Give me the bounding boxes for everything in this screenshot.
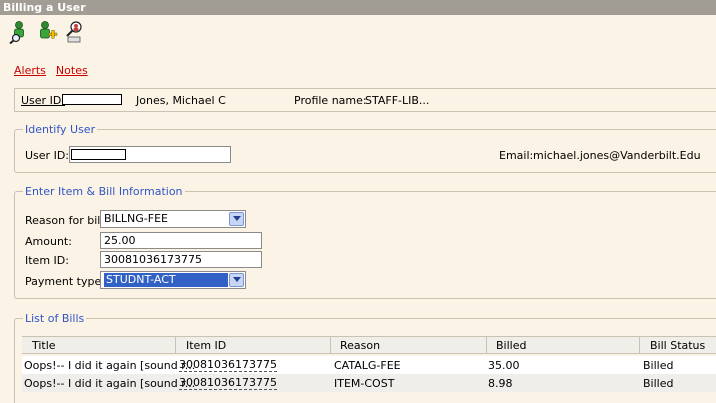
amount-label: Amount: <box>25 235 72 248</box>
identify-user-id-label: User ID: <box>25 149 69 162</box>
reason-label: Reason for bill: <box>25 214 108 227</box>
window-title: Billing a User <box>0 0 716 15</box>
links-bar: Alerts Notes <box>14 64 88 77</box>
bills-title: List of Bills <box>23 312 87 325</box>
cell-item-id[interactable]: 30081036173775 <box>179 377 277 390</box>
column-separator[interactable] <box>330 337 331 354</box>
column-separator[interactable] <box>486 337 487 354</box>
alerts-link[interactable]: Alerts <box>14 64 46 77</box>
reason-select[interactable]: BILLNG-FEE <box>100 210 246 228</box>
item-id-input[interactable] <box>100 251 262 268</box>
bill-info-title: Enter Item & Bill Information <box>23 185 185 198</box>
payment-label: Payment type: <box>25 275 105 288</box>
chevron-down-icon[interactable] <box>229 212 244 226</box>
profile-value: STAFF-LIB... <box>365 94 430 107</box>
user-info-bar: User ID: Jones, Michael C Profile name: … <box>14 88 716 112</box>
column-header-billed[interactable]: Billed <box>496 339 526 352</box>
column-separator[interactable] <box>639 337 640 354</box>
redacted-user-id-input <box>71 149 126 160</box>
userbar-user-id-label: User ID: <box>21 94 65 107</box>
chevron-down-icon[interactable] <box>229 273 244 287</box>
bill-info-group: Enter Item & Bill Information Reason for… <box>14 185 716 299</box>
table-row[interactable]: Oops!-- I did it again [sound r... 30081… <box>22 374 716 392</box>
table-row[interactable]: Oops!-- I did it again [sound r... 30081… <box>22 356 716 374</box>
cell-reason: CATALG-FEE <box>334 359 401 372</box>
cell-item-id[interactable]: 30081036173775 <box>179 359 277 372</box>
user-name: Jones, Michael C <box>136 94 226 107</box>
item-id-label: Item ID: <box>25 254 69 267</box>
cell-title: Oops!-- I did it again [sound r... <box>24 359 196 372</box>
column-header-item-id[interactable]: Item ID <box>186 339 226 352</box>
reason-value: BILLNG-FEE <box>104 212 168 225</box>
payment-type-select[interactable]: STUDNT-ACT <box>100 271 246 289</box>
email-label: Email: <box>499 149 534 162</box>
find-user-icon[interactable] <box>8 20 30 45</box>
cell-title: Oops!-- I did it again [sound r... <box>24 377 196 390</box>
redacted-user-id <box>62 94 122 105</box>
cell-billed: 8.98 <box>488 377 513 390</box>
toolbar <box>8 20 86 46</box>
cell-bill-status: Billed <box>643 377 674 390</box>
email-value: michael.jones@Vanderbilt.Edu <box>533 149 701 162</box>
column-separator[interactable] <box>175 337 176 354</box>
cell-billed: 35.00 <box>488 359 520 372</box>
identify-user-title: Identify User <box>23 123 98 136</box>
add-user-icon[interactable] <box>36 20 58 44</box>
cell-bill-status: Billed <box>643 359 674 372</box>
column-header-bill-status[interactable]: Bill Status <box>650 339 705 352</box>
column-header-reason[interactable]: Reason <box>340 339 380 352</box>
bills-table-header: Title Item ID Reason Billed Bill Status <box>22 336 716 354</box>
column-header-title[interactable]: Title <box>32 339 56 352</box>
user-search-icon[interactable] <box>64 20 86 44</box>
identify-user-group: Identify User User ID: Email: michael.jo… <box>14 123 716 173</box>
notes-link[interactable]: Notes <box>56 64 88 77</box>
amount-input[interactable] <box>100 232 262 249</box>
cell-reason: ITEM-COST <box>334 377 395 390</box>
profile-label: Profile name: <box>294 94 367 107</box>
payment-value: STUDNT-ACT <box>104 273 228 287</box>
